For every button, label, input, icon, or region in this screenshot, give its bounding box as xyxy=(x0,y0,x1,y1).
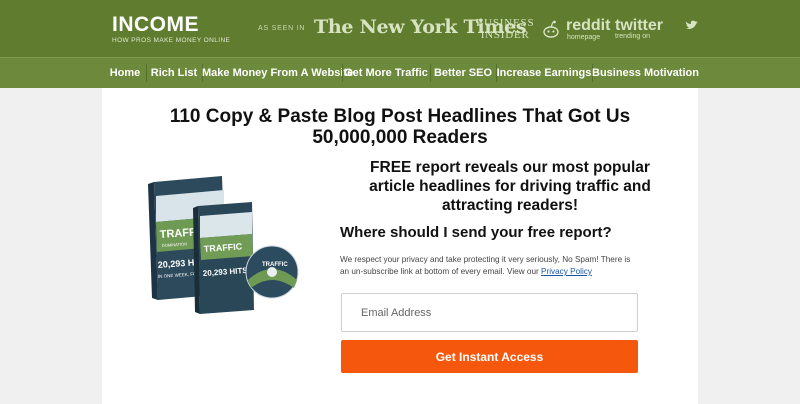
bi-line-2: INSIDER xyxy=(480,29,530,41)
reddit-name: reddit xyxy=(566,17,611,34)
form-question: Where should I send your free report? xyxy=(340,224,612,241)
nav-better-seo[interactable]: Better SEO xyxy=(430,58,496,88)
headline-line-1: 110 Copy & Paste Blog Post Headlines Tha… xyxy=(169,106,631,127)
as-seen-in-label: AS SEEN IN xyxy=(258,25,306,32)
product-image: TRAFFIC DOMINATION 20,293 HITS IN ONE WE… xyxy=(148,176,299,314)
subhead-line-3: attracting readers! xyxy=(441,197,579,214)
main-nav: Home Rich List Make Money From A Website… xyxy=(0,57,800,88)
reddit-alien-icon xyxy=(543,20,559,38)
page-headline: 110 Copy & Paste Blog Post Headlines Tha… xyxy=(102,106,698,148)
email-input[interactable] xyxy=(341,293,638,332)
nav-home[interactable]: Home xyxy=(104,58,146,88)
bi-line-1: BUSINESS xyxy=(476,17,535,29)
nav-increase-earnings[interactable]: Increase Earnings xyxy=(496,58,592,88)
logo-tagline: HOW PROS MAKE MONEY ONLINE xyxy=(112,37,231,44)
nav-business-motivation[interactable]: Business Motivation xyxy=(592,58,699,88)
headline-line-2: 50,000,000 Readers xyxy=(312,127,488,148)
nav-rich-list[interactable]: Rich List xyxy=(146,58,202,88)
subhead-line-1: FREE report reveals our most popular xyxy=(370,159,650,176)
optin-card: 110 Copy & Paste Blog Post Headlines Tha… xyxy=(102,88,698,404)
privacy-notice: We respect your privacy and take protect… xyxy=(340,254,640,278)
subhead-line-2: article headlines for driving traffic an… xyxy=(369,178,651,195)
twitter-bird-icon xyxy=(685,20,698,29)
nav-get-more-traffic[interactable]: Get More Traffic xyxy=(342,58,430,88)
logo-text: INCOME xyxy=(112,13,199,36)
site-logo[interactable]: INCOME HOW PROS MAKE MONEY ONLINE xyxy=(112,13,231,45)
reddit-sub: homepage xyxy=(567,34,601,41)
site-header: INCOME HOW PROS MAKE MONEY ONLINE AS SEE… xyxy=(0,0,800,57)
privacy-text-1: We respect your privacy and take protect… xyxy=(340,255,631,264)
disc-title: TRAFFIC xyxy=(262,262,288,268)
privacy-text-2: an un-subscribe link at bottom of every … xyxy=(340,267,539,276)
get-instant-access-button[interactable]: Get Instant Access xyxy=(341,340,638,373)
privacy-policy-link[interactable]: Privacy Policy xyxy=(541,267,592,276)
business-insider-logo: BUSINESS INSIDER xyxy=(476,17,534,41)
product-dvd-case: TRAFFIC 20,293 HITS xyxy=(193,202,254,314)
twitter-logo: twitter trending on xyxy=(615,17,698,40)
product-disc: TRAFFIC xyxy=(245,245,299,299)
report-subhead: FREE report reveals our most popular art… xyxy=(340,158,680,215)
nav-make-money[interactable]: Make Money From A Website xyxy=(202,58,353,88)
